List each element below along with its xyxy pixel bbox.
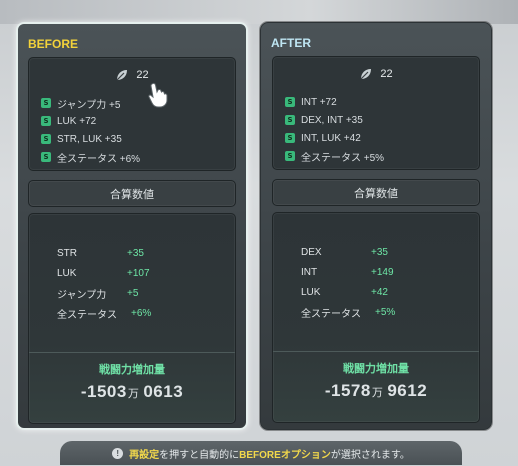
after-level-row: 22 — [273, 68, 479, 80]
after-sum-header: 合算数値 — [272, 179, 480, 206]
after-level: 22 — [380, 68, 393, 80]
power-sub: 9612 — [387, 381, 428, 400]
grade-badge: S — [41, 98, 51, 108]
option-text: STR, LUK +35 — [57, 133, 122, 145]
grade-badge: S — [285, 133, 295, 143]
stat-value: +5% — [375, 306, 396, 318]
after-option-3: S INT, LUK +42 — [285, 129, 384, 147]
power-unit: 万 — [371, 387, 384, 399]
before-option-3: S STR, LUK +35 — [41, 130, 140, 148]
power-unit: 万 — [127, 388, 140, 400]
stat-row: 全ステータス +6% — [57, 303, 151, 323]
grade-badge: S — [285, 115, 295, 125]
before-stats-box: STR +35 LUK +107 ジャンプ力 +5 全ステータス +6% 戦闘力… — [28, 213, 236, 424]
stat-name: LUK — [57, 267, 77, 279]
stat-name: ジャンプ力 — [57, 289, 107, 301]
background-top — [0, 0, 518, 24]
notice-text-1: を押すと自動的に — [159, 449, 240, 461]
power-label: 戦闘力増加量 — [343, 363, 409, 375]
after-power-value: -1578万 9612 — [273, 381, 479, 401]
after-title: AFTER — [271, 36, 311, 50]
stat-name: DEX — [301, 246, 322, 258]
power-sub: 0613 — [143, 382, 184, 401]
stat-value: +6% — [131, 307, 152, 319]
grade-badge: S — [41, 152, 51, 162]
stat-row: STR +35 — [57, 243, 151, 263]
before-panel[interactable]: BEFORE 22 S ジャンプ力 +5 S LUK +72 S STR, LU… — [16, 22, 248, 430]
notice-highlight-reset: 再設定 — [129, 449, 160, 461]
after-option-2: S DEX, INT +35 — [285, 111, 384, 129]
power-main: -1578 — [324, 381, 371, 400]
notice-text-2: が選択されます。 — [330, 449, 410, 461]
option-text: ジャンプ力 +5 — [57, 99, 121, 111]
stat-name: LUK — [301, 286, 321, 298]
before-power-value: -1503万 0613 — [29, 382, 235, 402]
stat-row: INT +149 — [301, 262, 395, 282]
option-text: INT, LUK +42 — [301, 132, 361, 144]
before-level: 22 — [136, 69, 149, 81]
after-panel[interactable]: AFTER 22 S INT +72 S DEX, INT +35 S INT,… — [260, 22, 492, 430]
stat-row: LUK +42 — [301, 282, 395, 302]
stat-row: LUK +107 — [57, 263, 151, 283]
before-title: BEFORE — [28, 37, 79, 51]
before-option-2: S LUK +72 — [41, 112, 140, 130]
grade-badge: S — [41, 134, 51, 144]
after-option-1: S INT +72 — [285, 93, 384, 111]
stat-name: STR — [57, 247, 77, 259]
before-sum-header: 合算数値 — [28, 180, 236, 207]
option-text: 全ステータス +5% — [301, 152, 385, 164]
before-options-box: 22 S ジャンプ力 +5 S LUK +72 S STR, LUK +35 S… — [28, 57, 236, 171]
stat-value: +35 — [371, 246, 388, 258]
stat-value: +107 — [127, 267, 150, 279]
power-main: -1503 — [80, 382, 127, 401]
after-option-list: S INT +72 S DEX, INT +35 S INT, LUK +42 … — [285, 93, 384, 165]
leaf-icon — [116, 70, 128, 81]
stat-name: 全ステータス — [57, 309, 117, 321]
grade-badge: S — [285, 151, 295, 161]
after-option-4: S 全ステータス +5% — [285, 147, 384, 165]
stat-value: +35 — [127, 247, 144, 259]
option-text: DEX, INT +35 — [301, 114, 363, 126]
after-options-box: 22 S INT +72 S DEX, INT +35 S INT, LUK +… — [272, 56, 480, 170]
stat-row: DEX +35 — [301, 242, 395, 262]
grade-badge: S — [285, 97, 295, 107]
stat-value: +42 — [371, 286, 388, 298]
stat-row: ジャンプ力 +5 — [57, 283, 151, 303]
grade-badge: S — [41, 116, 51, 126]
before-option-4: S 全ステータス +6% — [41, 148, 140, 166]
stat-value: +149 — [371, 266, 394, 278]
notice-highlight-before: BEFOREオプション — [239, 449, 331, 461]
before-option-1: S ジャンプ力 +5 — [41, 94, 140, 112]
option-text: 全ステータス +6% — [57, 153, 141, 165]
leaf-icon — [360, 69, 372, 80]
sum-label: 合算数値 — [354, 187, 398, 200]
info-icon: ! — [112, 447, 124, 459]
stat-name: INT — [301, 266, 318, 278]
after-stat-list: DEX +35 INT +149 LUK +42 全ステータス +5% — [301, 242, 395, 322]
option-text: LUK +72 — [57, 115, 97, 127]
notice-bar: ! 再設定 を押すと自動的に BEFOREオプション が選択されます。 — [60, 441, 462, 465]
divider — [29, 352, 235, 353]
divider — [273, 351, 479, 352]
before-stat-list: STR +35 LUK +107 ジャンプ力 +5 全ステータス +6% — [57, 243, 151, 323]
stat-value: +5 — [127, 287, 139, 299]
after-stats-box: DEX +35 INT +149 LUK +42 全ステータス +5% 戦闘力増… — [272, 212, 480, 423]
option-text: INT +72 — [301, 96, 337, 108]
stat-row: 全ステータス +5% — [301, 302, 395, 322]
hand-cursor-icon — [148, 82, 168, 108]
sum-label: 合算数値 — [110, 188, 154, 201]
stat-name: 全ステータス — [301, 308, 361, 320]
before-option-list: S ジャンプ力 +5 S LUK +72 S STR, LUK +35 S 全ス… — [41, 94, 140, 166]
before-level-row: 22 — [29, 69, 235, 81]
power-label: 戦闘力増加量 — [99, 364, 165, 376]
